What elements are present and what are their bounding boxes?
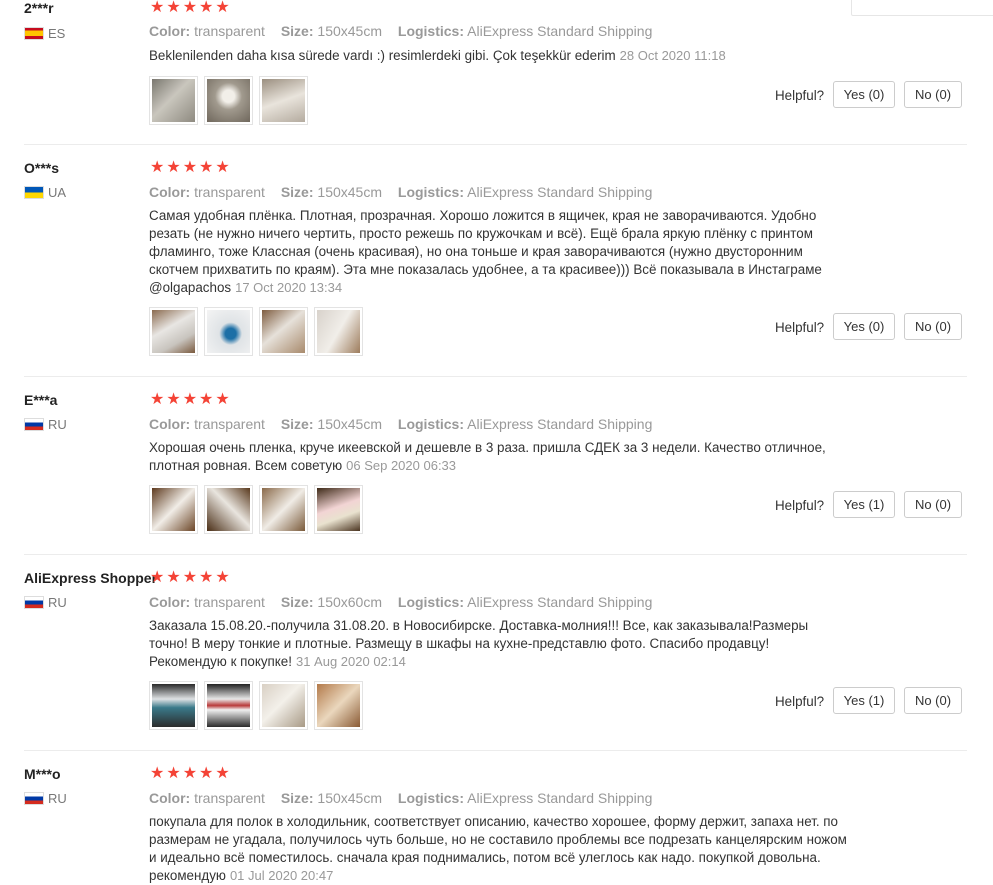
- divider: [24, 554, 967, 555]
- helpful-yes-button[interactable]: Yes (1): [833, 687, 895, 714]
- country-code: UA: [48, 184, 67, 200]
- review-text: покупала для полок в холодильник, соотве…: [149, 814, 847, 883]
- top-right-control[interactable]: [851, 0, 993, 16]
- logistics-value: AliExpress Standard Shipping: [467, 416, 653, 432]
- review-photo[interactable]: [149, 485, 198, 534]
- divider: [24, 376, 967, 377]
- size-value: 150x45cm: [317, 184, 382, 200]
- review-photo[interactable]: [204, 76, 253, 125]
- star-rating: ★★★★★: [150, 159, 232, 176]
- reviewer-country: UA: [24, 184, 66, 200]
- review-text: Самая удобная плёнка. Плотная, прозрачна…: [149, 208, 822, 295]
- flag-ru-icon: [24, 596, 44, 610]
- helpful-yes-button[interactable]: Yes (0): [833, 81, 895, 108]
- star-rating: ★★★★★: [150, 391, 232, 408]
- logistics-value: AliExpress Standard Shipping: [467, 23, 653, 39]
- helpful-no-button[interactable]: No (0): [904, 81, 962, 108]
- review-date: 31 Aug 2020 02:14: [295, 654, 406, 669]
- review-date: 01 Jul 2020 20:47: [229, 868, 334, 883]
- reviewer-name: O***s: [24, 160, 60, 176]
- logistics-value: AliExpress Standard Shipping: [467, 184, 653, 200]
- flag-ru-icon: [24, 418, 44, 432]
- helpful-label: Helpful?: [775, 320, 825, 335]
- color-value: transparent: [194, 23, 265, 39]
- order-attributes: Color: transparent Size: 150x45cm Logist…: [149, 790, 653, 806]
- star-rating: ★★★★★: [150, 0, 232, 16]
- helpful-label: Helpful?: [775, 498, 825, 513]
- review-photo[interactable]: [259, 485, 308, 534]
- reviewer-name: E***a: [24, 392, 58, 408]
- helpful-yes-button[interactable]: Yes (1): [833, 491, 895, 518]
- review-photos: [149, 485, 363, 534]
- review-photo[interactable]: [259, 681, 308, 730]
- color-value: transparent: [194, 184, 265, 200]
- reviewer-country: ES: [24, 25, 65, 41]
- reviewer-name: AliExpress Shopper: [24, 570, 158, 586]
- review-photo[interactable]: [314, 307, 363, 356]
- review-photo[interactable]: [204, 307, 253, 356]
- helpful-label: Helpful?: [775, 88, 825, 103]
- helpful-no-button[interactable]: No (0): [904, 491, 962, 518]
- reviewer-country: RU: [24, 594, 67, 610]
- review-photo[interactable]: [149, 76, 198, 125]
- star-rating: ★★★★★: [150, 569, 232, 586]
- review-text: Заказала 15.08.20.-получила 31.08.20. в …: [149, 618, 809, 669]
- color-value: transparent: [194, 416, 265, 432]
- review-photo[interactable]: [314, 485, 363, 534]
- review-photo[interactable]: [259, 76, 308, 125]
- review-photo[interactable]: [149, 307, 198, 356]
- flag-ru-icon: [24, 792, 44, 806]
- review-photos: [149, 76, 308, 125]
- divider: [24, 750, 967, 751]
- helpful-yes-button[interactable]: Yes (0): [833, 313, 895, 340]
- reviewer-name: 2***r: [24, 0, 54, 16]
- review-photo[interactable]: [314, 681, 363, 730]
- review-photos: [149, 307, 363, 356]
- divider: [24, 144, 967, 145]
- size-value: 150x45cm: [317, 790, 382, 806]
- helpful-no-button[interactable]: No (0): [904, 313, 962, 340]
- country-code: RU: [48, 594, 67, 610]
- review-photo[interactable]: [204, 681, 253, 730]
- star-rating: ★★★★★: [150, 765, 232, 782]
- order-attributes: Color: transparent Size: 150x45cm Logist…: [149, 23, 653, 39]
- logistics-value: AliExpress Standard Shipping: [467, 790, 653, 806]
- helpful-label: Helpful?: [775, 694, 825, 709]
- flag-ua-icon: [24, 186, 44, 200]
- review-photos: [149, 681, 363, 730]
- review-text: Хорошая очень пленка, круче икеевской и …: [149, 440, 826, 473]
- review-date: 17 Oct 2020 13:34: [235, 280, 343, 295]
- reviewer-name: M***o: [24, 766, 61, 782]
- color-value: transparent: [194, 594, 265, 610]
- logistics-value: AliExpress Standard Shipping: [467, 594, 653, 610]
- order-attributes: Color: transparent Size: 150x60cm Logist…: [149, 594, 653, 610]
- flag-es-icon: [24, 27, 44, 41]
- country-code: RU: [48, 790, 67, 806]
- review-text: Beklenilenden daha kısa sürede vardı :) …: [149, 48, 726, 63]
- color-value: transparent: [194, 790, 265, 806]
- size-value: 150x45cm: [317, 416, 382, 432]
- size-value: 150x60cm: [317, 594, 382, 610]
- country-code: RU: [48, 416, 67, 432]
- review-photo[interactable]: [259, 307, 308, 356]
- reviewer-country: RU: [24, 790, 67, 806]
- review-photo[interactable]: [204, 485, 253, 534]
- reviewer-country: RU: [24, 416, 67, 432]
- review-photo[interactable]: [149, 681, 198, 730]
- size-value: 150x45cm: [317, 23, 382, 39]
- review-date: 06 Sep 2020 06:33: [346, 458, 457, 473]
- review-date: 28 Oct 2020 11:18: [619, 48, 726, 63]
- order-attributes: Color: transparent Size: 150x45cm Logist…: [149, 416, 653, 432]
- order-attributes: Color: transparent Size: 150x45cm Logist…: [149, 184, 653, 200]
- country-code: ES: [48, 25, 66, 41]
- helpful-no-button[interactable]: No (0): [904, 687, 962, 714]
